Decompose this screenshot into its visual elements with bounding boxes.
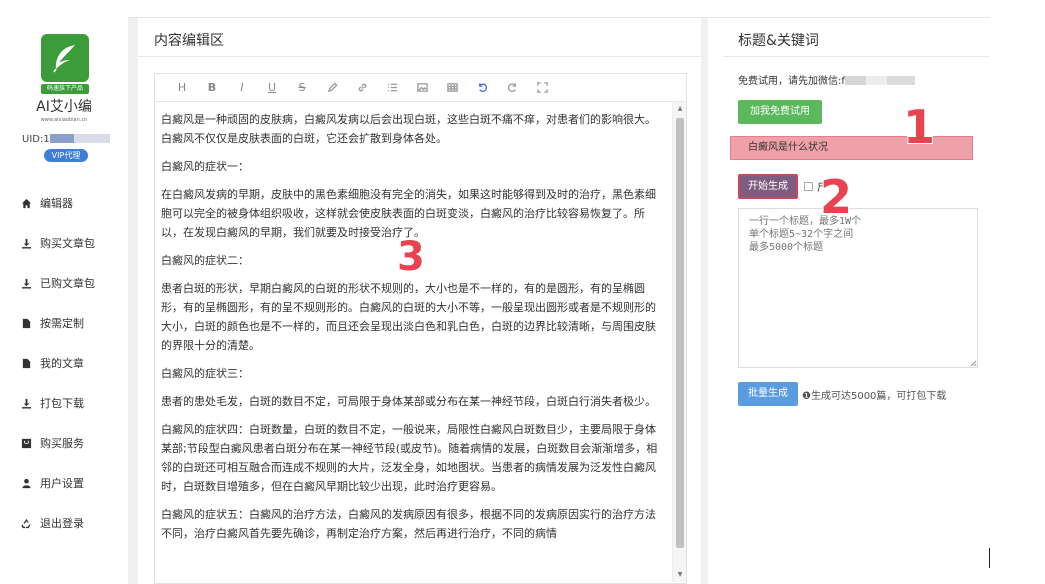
home-icon bbox=[20, 197, 32, 209]
uid-redacted bbox=[49, 134, 110, 143]
paragraph: 白癜风的症状一： bbox=[161, 160, 249, 173]
table-button[interactable] bbox=[437, 78, 467, 98]
download-icon bbox=[20, 397, 32, 409]
link-button[interactable] bbox=[347, 78, 377, 98]
strikethrough-button[interactable]: S bbox=[287, 78, 317, 98]
paragraph: 白癜风是一种顽固的皮肤病，白癜风发病以后会出现白斑，这些白斑不痛不痒，对患者们的… bbox=[161, 113, 656, 145]
redo-button[interactable] bbox=[497, 78, 527, 98]
sidebar: 码速族下产品 AI艾小编 www.aixiaobian.cn UID:1 VIP… bbox=[0, 18, 128, 584]
sidebar-item-label: 我的文章 bbox=[40, 357, 84, 370]
wechat-redacted bbox=[844, 76, 915, 85]
divider bbox=[723, 56, 990, 57]
table-icon bbox=[446, 83, 458, 92]
paragraph: 白癜风的症状四：白斑数量，白斑的数目不定，一般说来，局限性白癜风白斑数目少，主要… bbox=[161, 423, 658, 493]
sidebar-item-custom[interactable]: 按需定制 bbox=[0, 303, 128, 343]
undo-button[interactable] bbox=[467, 78, 497, 98]
rich-text-editor: H B I U S 白癜风是一种顽固的皮肤病，白癜风发病以后会出现白斑，这些白斑… bbox=[154, 73, 687, 584]
sidebar-item-my-articles[interactable]: 我的文章 bbox=[0, 343, 128, 383]
sidebar-item-label: 退出登录 bbox=[40, 517, 84, 530]
batch-note: ❶生成可达5000篇，可打包下载 bbox=[802, 390, 947, 402]
editor-scrollbar[interactable]: ▲ ▼ bbox=[672, 102, 686, 582]
pen-icon bbox=[327, 82, 338, 93]
free-trial-button[interactable]: 加我免费试用 bbox=[738, 100, 822, 124]
keyword-input[interactable]: 白癜风是什么状况 bbox=[730, 136, 973, 160]
sidebar-item-editor[interactable]: 编辑器 bbox=[0, 183, 128, 223]
sidebar-item-buy-service[interactable]: 购买服务 bbox=[0, 423, 128, 463]
divider bbox=[989, 548, 990, 568]
file-icon bbox=[20, 317, 32, 329]
paragraph: 患者白斑的形状，早期白癜风的白斑的形状不规则的，大小也是不一样的，有的是圆形，有… bbox=[161, 282, 656, 352]
download-icon bbox=[20, 277, 32, 289]
annotation-2: 2 bbox=[819, 169, 853, 225]
sidebar-item-label: 用户设置 bbox=[40, 477, 84, 490]
resize-grip-icon[interactable] bbox=[970, 360, 977, 367]
paragraph: 白癜风的症状五：白癜风的治疗方法，白癜风的发病原因有很多，根据不同的发病原因实行… bbox=[161, 508, 656, 540]
list-button[interactable] bbox=[377, 78, 407, 98]
sidebar-item-label: 打包下载 bbox=[40, 397, 84, 410]
uid-label: UID:1 bbox=[22, 134, 110, 145]
batch-generate-button[interactable]: 批量生成 bbox=[738, 382, 798, 406]
undo-icon bbox=[478, 83, 487, 93]
sidebar-item-buy-packs[interactable]: 购买文章包 bbox=[0, 223, 128, 263]
editor-panel-title: 内容编辑区 bbox=[154, 33, 224, 49]
generate-row: 开始生成 尸 bbox=[738, 174, 827, 199]
sidebar-item-logout[interactable]: 退出登录 bbox=[0, 503, 128, 543]
paragraph: 白癜风的症状三： bbox=[161, 367, 249, 380]
logo-badge: 码速族下产品 bbox=[41, 84, 89, 94]
paragraph: 患者的患处毛发，白斑的数目不定，可局限于身体某部或分布在某一神经节段，白斑白行消… bbox=[161, 395, 656, 408]
scroll-thumb[interactable] bbox=[676, 118, 684, 548]
download-icon bbox=[20, 237, 32, 249]
link-icon bbox=[358, 83, 366, 92]
recycle-icon bbox=[20, 517, 32, 529]
highlight-button[interactable] bbox=[317, 78, 347, 98]
image-icon bbox=[416, 83, 428, 92]
scroll-up-icon[interactable]: ▲ bbox=[673, 104, 687, 114]
bold-button[interactable]: B bbox=[197, 78, 227, 98]
annotation-3: 3 bbox=[396, 233, 426, 281]
titles-textarea[interactable] bbox=[738, 208, 978, 368]
image-button[interactable] bbox=[407, 78, 437, 98]
editor-content[interactable]: 白癜风是一种顽固的皮肤病，白癜风发病以后会出现白斑，这些白斑不痛不痒，对患者们的… bbox=[155, 102, 673, 582]
batch-row: 批量生成 ❶生成可达5000篇，可打包下载 bbox=[738, 382, 946, 406]
sidebar-item-label: 购买服务 bbox=[40, 437, 84, 450]
sidebar-item-label: 按需定制 bbox=[40, 317, 84, 330]
editor-panel: 内容编辑区 H B I U S 白癜风是一种顽固的皮肤病，白癜风发病以后会出现白… bbox=[138, 18, 701, 584]
heading-button[interactable]: H bbox=[167, 78, 197, 98]
user-icon bbox=[20, 477, 32, 489]
vip-badge: VIP代理 bbox=[44, 149, 88, 162]
annotation-1: 1 bbox=[902, 99, 936, 155]
scroll-down-icon[interactable]: ▼ bbox=[673, 570, 687, 580]
free-trial-text: 免费试用，请先加微信:f bbox=[738, 72, 915, 87]
file-icon bbox=[20, 357, 32, 369]
free-trial-label: 免费试用，请先加微信:f bbox=[738, 76, 845, 87]
fullscreen-icon bbox=[536, 82, 548, 93]
keyword-panel-title: 标题&关键词 bbox=[738, 33, 819, 49]
keyword-panel: 标题&关键词 免费试用，请先加微信:f 加我免费试用 白癜风是什么状况 开始生成… bbox=[723, 18, 990, 434]
italic-button[interactable]: I bbox=[227, 78, 257, 98]
sidebar-item-label: 购买文章包 bbox=[40, 237, 95, 250]
list-icon bbox=[387, 83, 397, 92]
underline-button[interactable]: U bbox=[257, 78, 287, 98]
sidebar-menu: 编辑器 购买文章包 已购文章包 按需定制 我的文章 打包下载 购买服务 用户设置… bbox=[0, 183, 128, 543]
sidebar-item-label: 编辑器 bbox=[40, 197, 73, 210]
redo-icon bbox=[507, 83, 516, 93]
app-page: 码速族下产品 AI艾小编 www.aixiaobian.cn UID:1 VIP… bbox=[0, 0, 1045, 584]
sidebar-item-pack-download[interactable]: 打包下载 bbox=[0, 383, 128, 423]
cart-icon bbox=[20, 437, 32, 449]
sidebar-item-label: 已购文章包 bbox=[40, 277, 95, 290]
editor-toolbar: H B I U S bbox=[155, 74, 686, 102]
option-checkbox[interactable] bbox=[804, 182, 813, 191]
start-generate-button[interactable]: 开始生成 bbox=[738, 174, 798, 199]
brand-name: AI艾小编 bbox=[36, 99, 92, 115]
sidebar-item-user-settings[interactable]: 用户设置 bbox=[0, 463, 128, 503]
sidebar-item-purchased-packs[interactable]: 已购文章包 bbox=[0, 263, 128, 303]
feather-logo-icon bbox=[41, 34, 89, 82]
uid-prefix: UID:1 bbox=[22, 134, 50, 145]
site-url: www.aixiaobian.cn bbox=[40, 117, 88, 123]
fullscreen-button[interactable] bbox=[527, 78, 557, 98]
divider bbox=[138, 56, 701, 57]
